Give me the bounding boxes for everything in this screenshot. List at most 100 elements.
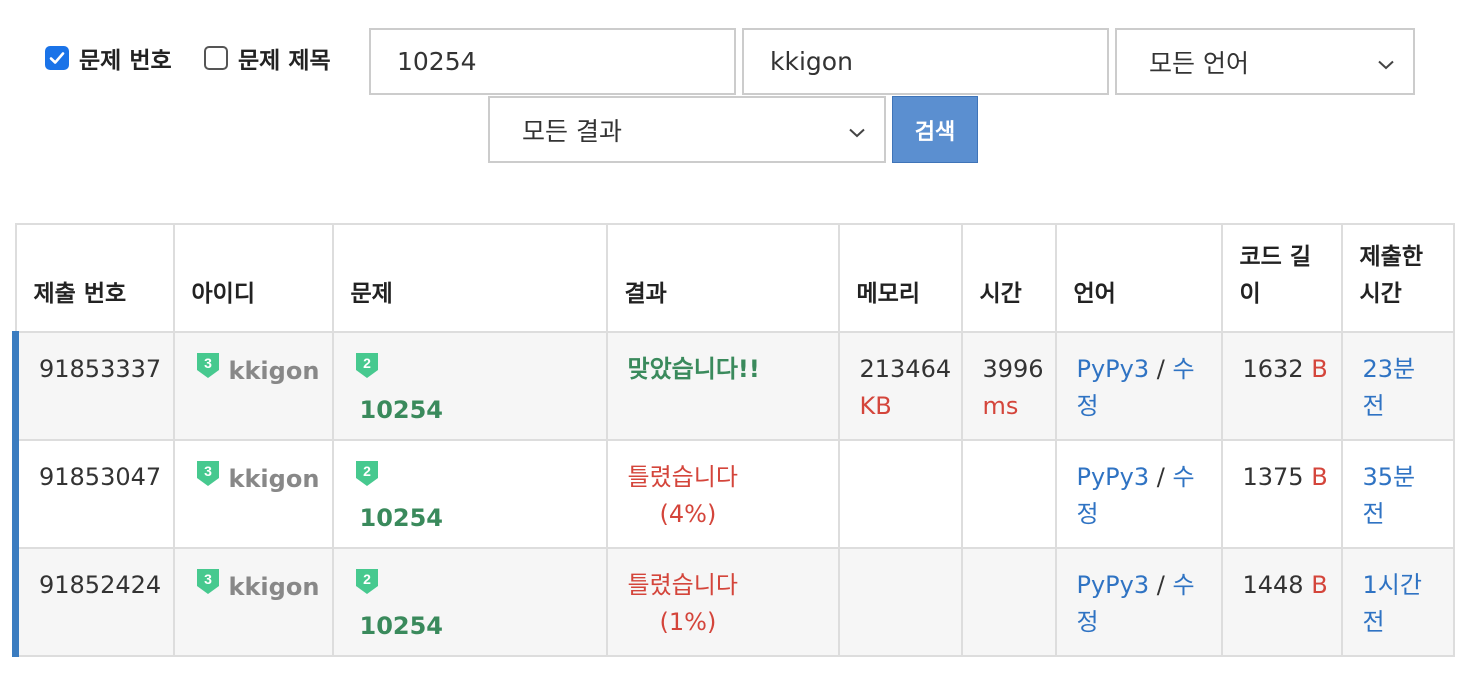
- search-button[interactable]: 검색: [892, 96, 978, 163]
- user-link[interactable]: 3 kkigon: [195, 459, 320, 500]
- result-text: 틀렸습니다: [627, 463, 738, 491]
- submitted-time-cell: 35분 전: [1340, 439, 1455, 549]
- result-cell: 맞았습니다!!: [605, 331, 840, 441]
- header-language[interactable]: 언어: [1054, 223, 1223, 333]
- chevron-down-icon: [1377, 47, 1395, 76]
- user-id-input-value: kkigon: [770, 47, 853, 76]
- problem-number-label: 문제 번호: [79, 48, 172, 74]
- submitted-time-link[interactable]: 1시간 전: [1363, 571, 1422, 636]
- code-length-cell: 1632 B: [1220, 331, 1343, 441]
- time-unit: ms: [982, 392, 1019, 420]
- svg-text:2: 2: [363, 571, 371, 587]
- code-length-value: 1632: [1242, 355, 1304, 383]
- code-length-value: 1448: [1242, 571, 1304, 599]
- submission-id: 91853047: [12, 439, 175, 549]
- svg-text:3: 3: [204, 571, 212, 587]
- header-time[interactable]: 시간: [960, 223, 1057, 333]
- checkmark-icon[interactable]: [45, 46, 69, 70]
- memory-unit: KB: [859, 392, 892, 420]
- language-select[interactable]: 모든 언어: [1115, 28, 1415, 95]
- memory-value: 213464: [859, 355, 952, 383]
- memory-cell: [837, 439, 963, 549]
- problem-number-checkbox[interactable]: 문제 번호: [45, 41, 172, 75]
- user-link[interactable]: 3 kkigon: [195, 351, 320, 392]
- code-length-unit: B: [1311, 571, 1328, 599]
- time-cell: [960, 547, 1057, 657]
- code-length-value: 1375: [1242, 463, 1304, 491]
- header-submitted-time[interactable]: 제출한 시간: [1340, 223, 1455, 333]
- result-cell: 틀렸습니다 (4%): [605, 439, 840, 549]
- user-cell: 3 kkigon: [172, 439, 334, 549]
- table-header-row: 제출 번호 아이디 문제 결과 메모리 시간 언어 코드 길이 제출한 시간: [14, 223, 1455, 333]
- submitted-time-cell: 1시간 전: [1340, 547, 1455, 657]
- language-link[interactable]: PyPy3: [1077, 463, 1150, 491]
- submission-id: 91853337: [12, 331, 175, 441]
- header-submission-id[interactable]: 제출 번호: [14, 223, 175, 333]
- tier-shield-icon: 2: [354, 459, 380, 500]
- problem-link[interactable]: 10254: [354, 608, 594, 645]
- problem-cell: 2 10254: [331, 439, 608, 549]
- problem-cell: 2 10254: [331, 331, 608, 441]
- result-select-value: 모든 결과: [522, 116, 622, 146]
- language-cell: PyPy3 / 수정: [1054, 547, 1223, 657]
- code-length-cell: 1448 B: [1220, 547, 1343, 657]
- submitted-time-link[interactable]: 35분 전: [1363, 463, 1416, 528]
- user-cell: 3 kkigon: [172, 331, 334, 441]
- result-select[interactable]: 모든 결과: [488, 96, 886, 163]
- result-cell: 틀렸습니다 (1%): [605, 547, 840, 657]
- submitted-time-cell: 23분 전: [1340, 331, 1455, 441]
- user-id-text: kkigon: [228, 465, 320, 493]
- tier-shield-icon: 2: [354, 567, 380, 608]
- problem-input[interactable]: 10254: [369, 28, 736, 95]
- language-cell: PyPy3 / 수정: [1054, 331, 1223, 441]
- submission-id: 91852424: [12, 547, 175, 657]
- svg-text:2: 2: [363, 355, 371, 371]
- status-table: 제출 번호 아이디 문제 결과 메모리 시간 언어 코드 길이 제출한 시간 9…: [12, 223, 1455, 657]
- table-row: 91853337 3 kkigon 2 10254 맞았습니다!! 213464…: [12, 331, 1455, 441]
- tier-shield-icon: 3: [195, 567, 221, 608]
- svg-text:2: 2: [363, 463, 371, 479]
- tier-shield-icon: 3: [195, 351, 221, 392]
- chevron-down-icon: [848, 115, 866, 144]
- code-length-unit: B: [1311, 355, 1328, 383]
- user-link[interactable]: 3 kkigon: [195, 567, 320, 608]
- tier-shield-icon: 3: [195, 459, 221, 500]
- submitted-time-link[interactable]: 23분 전: [1363, 355, 1416, 420]
- code-length-unit: B: [1311, 463, 1328, 491]
- problem-title-label: 문제 제목: [238, 48, 331, 74]
- memory-cell: [837, 547, 963, 657]
- problem-link[interactable]: 10254: [354, 500, 594, 537]
- problem-input-value: 10254: [397, 47, 477, 76]
- header-result[interactable]: 결과: [605, 223, 840, 333]
- time-cell: [960, 439, 1057, 549]
- problem-link[interactable]: 10254: [354, 392, 594, 429]
- user-id-text: kkigon: [228, 573, 320, 601]
- header-problem[interactable]: 문제: [331, 223, 608, 333]
- user-cell: 3 kkigon: [172, 547, 334, 657]
- time-value: 3996: [982, 355, 1044, 383]
- result-percent: (4%): [659, 500, 717, 528]
- result-percent: (1%): [659, 608, 717, 636]
- user-id-input[interactable]: kkigon: [742, 28, 1109, 95]
- checkbox-empty-icon[interactable]: [204, 46, 228, 70]
- language-select-value: 모든 언어: [1149, 48, 1249, 78]
- memory-cell: 213464 KB: [837, 331, 963, 441]
- header-memory[interactable]: 메모리: [837, 223, 963, 333]
- result-text: 틀렸습니다: [627, 571, 738, 599]
- header-user-id[interactable]: 아이디: [172, 223, 334, 333]
- code-length-cell: 1375 B: [1220, 439, 1343, 549]
- svg-text:3: 3: [204, 355, 212, 371]
- table-row: 91852424 3 kkigon 2 10254 틀렸습니다 (1%) PyPy…: [12, 547, 1455, 657]
- svg-text:3: 3: [204, 463, 212, 479]
- table-row: 91853047 3 kkigon 2 10254 틀렸습니다 (4%) PyPy…: [12, 439, 1455, 549]
- problem-cell: 2 10254: [331, 547, 608, 657]
- user-id-text: kkigon: [228, 357, 320, 385]
- tier-shield-icon: 2: [354, 351, 380, 392]
- language-cell: PyPy3 / 수정: [1054, 439, 1223, 549]
- header-code-length[interactable]: 코드 길이: [1220, 223, 1343, 333]
- language-link[interactable]: PyPy3: [1077, 355, 1150, 383]
- problem-title-checkbox[interactable]: 문제 제목: [204, 41, 331, 75]
- time-cell: 3996 ms: [960, 331, 1057, 441]
- result-text: 맞았습니다!!: [627, 355, 760, 383]
- language-link[interactable]: PyPy3: [1077, 571, 1150, 599]
